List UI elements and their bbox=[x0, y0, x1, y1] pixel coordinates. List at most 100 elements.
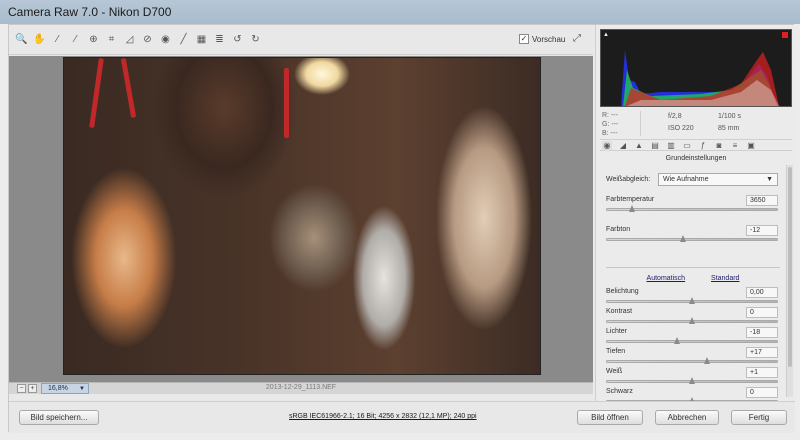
done-button[interactable]: Fertig bbox=[731, 410, 787, 425]
panel-scrollbar[interactable] bbox=[786, 165, 793, 397]
hand-icon[interactable]: ✋ bbox=[33, 33, 46, 46]
toolbar: 🔍 ✋ ⁄ ⁄ ⊕ ⌗ ◿ ⊘ ◉ ╱ ▦ ≣ ↺ ↻ ✓ Vorschau ⤢ bbox=[9, 25, 593, 55]
fullscreen-icon[interactable]: ⤢ bbox=[573, 33, 581, 44]
cancel-button[interactable]: Abbrechen bbox=[655, 410, 719, 425]
iso: ISO 220 bbox=[668, 125, 694, 132]
rotate-right-icon[interactable]: ↻ bbox=[249, 33, 262, 46]
image-preview-area[interactable] bbox=[9, 56, 593, 382]
histogram-graph bbox=[601, 50, 779, 106]
fx-icon[interactable]: ƒ bbox=[698, 141, 708, 151]
workflow-options-link[interactable]: sRGB IEC61966-2.1; 16 Bit; 4256 x 2832 (… bbox=[289, 413, 477, 420]
save-image-button[interactable]: Bild speichern... bbox=[19, 410, 99, 425]
photo-detail bbox=[89, 58, 104, 129]
white-balance-label: Weißabgleich: bbox=[606, 176, 651, 183]
slider-value-input[interactable]: 0,00 bbox=[746, 287, 778, 298]
spot-removal-icon[interactable]: ⊘ bbox=[141, 33, 154, 46]
shutter: 1/100 s bbox=[718, 113, 741, 120]
slider-label: Farbton bbox=[606, 226, 631, 233]
image-info: R: --- G: --- B: --- f/2,8 1/100 s ISO 22… bbox=[600, 111, 792, 137]
histogram: ▲ bbox=[600, 29, 792, 107]
slider-label: Weiß bbox=[606, 368, 623, 375]
slider-row: Farbton -12 bbox=[606, 225, 780, 244]
auto-standard-links: Automatisch Standard bbox=[606, 275, 780, 282]
slider-value-input[interactable]: 3650 bbox=[746, 195, 778, 206]
color-sampler-icon[interactable]: ⁄ bbox=[69, 33, 82, 46]
slider-handle[interactable] bbox=[689, 297, 695, 304]
rotate-left-icon[interactable]: ↺ bbox=[231, 33, 244, 46]
slider-handle[interactable] bbox=[673, 337, 680, 344]
photo-detail bbox=[284, 68, 289, 138]
preview-toggle[interactable]: ✓ Vorschau bbox=[519, 34, 565, 44]
slider-value-input[interactable]: +1 bbox=[746, 367, 778, 378]
divider bbox=[606, 267, 780, 268]
rgb-b: B: --- bbox=[602, 130, 618, 137]
tone-curve-icon[interactable]: ◢ bbox=[618, 141, 628, 151]
white-balance-value: Wie Aufnahme bbox=[663, 176, 709, 183]
white-balance-icon[interactable]: ⁄ bbox=[51, 33, 64, 46]
slider-row: Weiß +1 bbox=[606, 367, 780, 386]
slider-track[interactable] bbox=[606, 340, 778, 343]
slider-value-input[interactable]: 0 bbox=[746, 387, 778, 398]
slider-value-input[interactable]: +17 bbox=[746, 347, 778, 358]
slider-label: Kontrast bbox=[606, 308, 633, 315]
red-eye-icon[interactable]: ◉ bbox=[159, 33, 172, 46]
chevron-down-icon: ▼ bbox=[766, 176, 773, 183]
slider-label: Tiefen bbox=[606, 348, 626, 355]
dialog-content: 🔍 ✋ ⁄ ⁄ ⊕ ⌗ ◿ ⊘ ◉ ╱ ▦ ≣ ↺ ↻ ✓ Vorschau ⤢ bbox=[8, 24, 795, 433]
target-adjust-icon[interactable]: ⊕ bbox=[87, 33, 100, 46]
file-name: 2013-12-29_1113.NEF bbox=[265, 384, 337, 391]
panel-tabs: ◉ ◢ ▲ ▤ ▥ ▭ ƒ ◙ ≡ ▣ bbox=[600, 139, 792, 151]
exif-info: f/2,8 1/100 s ISO 220 85 mm bbox=[668, 111, 768, 135]
white-balance-row: Weißabgleich: Wie Aufnahme ▼ bbox=[606, 173, 780, 187]
slider-handle[interactable] bbox=[680, 235, 687, 242]
dialog-footer: Bild speichern... sRGB IEC61966-2.1; 16 … bbox=[9, 401, 795, 433]
rgb-r: R: --- bbox=[602, 112, 618, 119]
graduated-filter-icon[interactable]: ▦ bbox=[195, 33, 208, 46]
slider-row: Kontrast 0 bbox=[606, 307, 780, 326]
window-title: Camera Raw 7.0 - Nikon D700 bbox=[8, 5, 172, 19]
slider-value-input[interactable]: -12 bbox=[746, 225, 778, 236]
slider-value-input[interactable]: -18 bbox=[746, 327, 778, 338]
crop-icon[interactable]: ⌗ bbox=[105, 33, 118, 46]
slider-handle[interactable] bbox=[689, 377, 695, 384]
standard-link[interactable]: Standard bbox=[711, 275, 739, 282]
presets-icon[interactable]: ≡ bbox=[730, 141, 740, 151]
slider-handle[interactable] bbox=[628, 205, 635, 212]
rgb-g: G: --- bbox=[602, 121, 619, 128]
hsl-icon[interactable]: ▤ bbox=[650, 141, 660, 151]
slider-row: Farbtemperatur 3650 bbox=[606, 195, 780, 214]
slider-value-input[interactable]: 0 bbox=[746, 307, 778, 318]
rgb-readout: R: --- G: --- B: --- bbox=[602, 111, 618, 138]
straighten-icon[interactable]: ◿ bbox=[123, 33, 136, 46]
slider-track[interactable] bbox=[606, 360, 778, 363]
zoom-icon[interactable]: 🔍 bbox=[15, 33, 28, 46]
slider-label: Farbtemperatur bbox=[606, 196, 655, 203]
focal-length: 85 mm bbox=[718, 125, 740, 132]
slider-handle[interactable] bbox=[689, 317, 695, 324]
slider-row: Lichter -18 bbox=[606, 327, 780, 346]
basic-icon[interactable]: ◉ bbox=[602, 141, 612, 151]
preferences-icon[interactable]: ≣ bbox=[213, 33, 226, 46]
shadow-clip-icon[interactable]: ▲ bbox=[603, 32, 609, 38]
open-image-button[interactable]: Bild öffnen bbox=[577, 410, 643, 425]
snapshots-icon[interactable]: ▣ bbox=[746, 141, 756, 151]
photo-detail bbox=[120, 58, 137, 118]
detail-icon[interactable]: ▲ bbox=[634, 141, 644, 151]
adjustment-brush-icon[interactable]: ╱ bbox=[177, 33, 190, 46]
section-title: Grundeinstellungen bbox=[665, 155, 727, 162]
white-balance-select[interactable]: Wie Aufnahme ▼ bbox=[658, 173, 778, 186]
auto-link[interactable]: Automatisch bbox=[647, 275, 686, 282]
lens-icon[interactable]: ▭ bbox=[682, 141, 692, 151]
title-bar: Camera Raw 7.0 - Nikon D700 bbox=[0, 0, 800, 24]
preview-checkbox[interactable]: ✓ bbox=[519, 34, 529, 44]
scrollbar-thumb[interactable] bbox=[788, 167, 792, 367]
slider-row: Belichtung 0,00 bbox=[606, 287, 780, 306]
slider-handle[interactable] bbox=[704, 357, 711, 364]
camera-calibration-icon[interactable]: ◙ bbox=[714, 141, 724, 151]
photo-preview[interactable] bbox=[63, 57, 541, 375]
slider-track[interactable] bbox=[606, 238, 778, 241]
aperture: f/2,8 bbox=[668, 113, 682, 120]
split-toning-icon[interactable]: ▥ bbox=[666, 141, 676, 151]
highlight-clip-icon[interactable] bbox=[782, 32, 788, 38]
preview-label: Vorschau bbox=[532, 34, 566, 44]
